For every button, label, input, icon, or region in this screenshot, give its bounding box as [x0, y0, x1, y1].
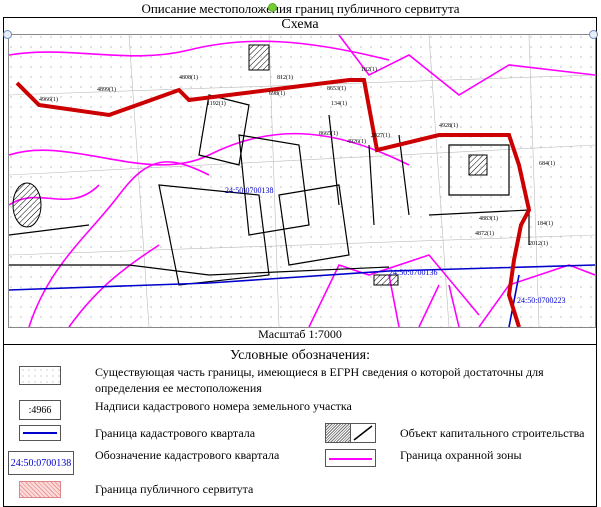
legend-swatch-capital-object [325, 423, 376, 443]
parcel-label: 812(1) [277, 74, 293, 81]
parcel-label: 184(1) [537, 220, 553, 227]
parcel-label: 1192(1) [207, 100, 226, 107]
legend-swatch-servitude [19, 481, 61, 498]
legend-label: Граница публичного сервитута [95, 482, 254, 496]
legend-title: Условные обозначения: [229, 348, 371, 363]
parcel-label: 4899(1) [97, 86, 116, 93]
parcel-label: 8653(1) [327, 85, 346, 92]
capital-object [468, 154, 488, 176]
parcel-label: 134(1) [331, 100, 347, 107]
quarter-label: 24:50:0700138 [225, 186, 273, 195]
document-title: Описание местоположения границ публичног… [141, 1, 460, 16]
scheme-map[interactable]: 4966(1) 4899(1) 4808(1) 812(1) 1192(1) 6… [8, 34, 596, 328]
legend-swatch-parcel-number: :4966 [19, 400, 61, 420]
resize-handle[interactable] [3, 30, 12, 39]
legend-label: Граница охранной зоны [400, 448, 522, 462]
schema-label: Схема [281, 17, 319, 32]
parcel-label: 182(1) [361, 66, 377, 73]
scale-label: Масштаб 1:7000 [258, 327, 342, 341]
capital-object [248, 44, 270, 71]
parcel-label: 4926(1) [347, 138, 366, 145]
divider [3, 344, 597, 345]
map-drawing: 4966(1) 4899(1) 4808(1) 812(1) 1192(1) 6… [8, 34, 596, 328]
legend-label: Существующая часть границы, имеющиеся в … [95, 365, 544, 395]
resize-handle[interactable] [589, 30, 598, 39]
parcel-label: 684(1) [539, 160, 555, 167]
parcel-label: 2027(1) [371, 132, 390, 139]
legend-label: Надписи кадастрового номера земельного у… [95, 399, 352, 413]
quarter-label: 24:50:0700136 [389, 268, 437, 277]
legend-label: Обозначение кадастрового квартала [95, 448, 280, 462]
rotate-handle[interactable] [268, 3, 277, 12]
parcel-label: 4966(1) [39, 96, 58, 103]
parcel-label: 4883(1) [479, 215, 498, 222]
parcel-label: 4872(1) [475, 230, 494, 237]
parcel-label: 2012(1) [529, 240, 548, 247]
legend-swatch-existing-boundary [19, 366, 61, 385]
legend-label: Объект капитального строительства [400, 426, 585, 440]
parcel-label: 4808(1) [179, 74, 198, 81]
parcel-label: 8665(1) [319, 130, 338, 137]
capital-object [12, 182, 42, 228]
legend-swatch-protection-zone [325, 449, 376, 467]
legend-swatch-quarter-label: 24:50:0700138 [8, 451, 74, 475]
parcel-label: 4928(1) [439, 122, 458, 129]
legend-label: Граница кадастрового квартала [95, 426, 256, 440]
quarter-label: 24:50:0700223 [517, 296, 565, 305]
legend-swatch-quarter-boundary [19, 425, 61, 441]
parcel-label: 698(1) [269, 90, 285, 97]
